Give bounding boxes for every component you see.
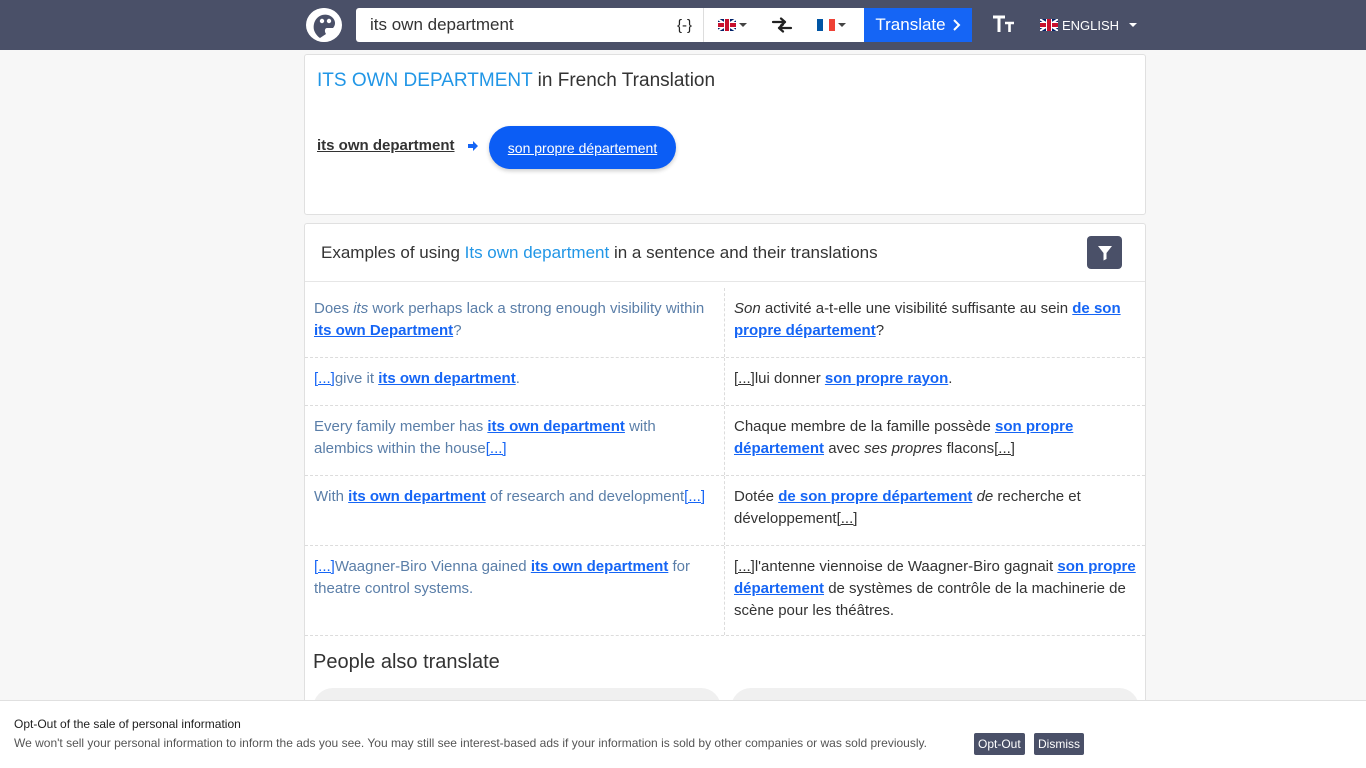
source-term-link[interactable]: its own department (317, 137, 455, 154)
chevron-down-icon (837, 23, 846, 27)
sentence-text: Chaque membre de la famille possède (734, 418, 995, 435)
title-suffix: in French Translation (537, 70, 716, 91)
examples-heading: Examples of using Its own department in … (321, 243, 878, 263)
sentence-text: Dotée (734, 488, 779, 505)
ui-language-label: ENGLISH (1062, 17, 1120, 33)
sentence-text: Does (314, 300, 354, 317)
page-title: ITS OWN DEPARTMENT in French Translation (317, 70, 715, 92)
sentence-text: lui donner (754, 370, 825, 387)
filter-funnel-icon (1097, 245, 1112, 260)
example-term-link[interactable]: its own Department (314, 322, 453, 339)
example-source-sentence: With its own department of research and … (305, 476, 725, 545)
sentence-text: With (314, 488, 349, 505)
sentence-text: of research and development (485, 488, 685, 505)
sentence-text: activité a-t-elle une visibilité suffisa… (760, 300, 1073, 317)
text-size-icon[interactable] (992, 14, 1016, 36)
sentence-text: ? (453, 322, 462, 339)
sentence-text: . (515, 370, 520, 387)
sentence-text: Waagner-Biro Vienna gained (334, 558, 531, 575)
italic-text: de (976, 488, 994, 505)
example-term-link[interactable]: son propre rayon (825, 370, 948, 387)
translation-result-card: ITS OWN DEPARTMENT in French Translation… (304, 54, 1146, 215)
example-term-link[interactable]: its own department (487, 418, 625, 435)
sentence-text: l'antenne viennoise de Waagner-Biro gagn… (754, 558, 1058, 575)
ellipsis-expand-link[interactable]: [...] (486, 440, 507, 457)
sentence-text: ? (875, 322, 885, 339)
example-term-link[interactable]: its own department (531, 558, 669, 575)
sentence-text: avec (824, 440, 865, 457)
chevron-down-icon (1129, 23, 1138, 27)
target-language-select[interactable] (808, 8, 854, 42)
swap-languages-button[interactable] (764, 8, 800, 42)
ui-language-select[interactable]: ENGLISH (1040, 15, 1138, 35)
examples-heading-suffix: in a sentence and their translations (613, 243, 878, 262)
italic-text: ses propres (864, 440, 943, 457)
consent-title: Opt-Out of the sale of personal informat… (14, 717, 241, 731)
examples-card: Examples of using Its own department in … (304, 223, 1146, 728)
examples-heading-prefix: Examples of using (321, 243, 460, 262)
italic-text: its (353, 300, 369, 317)
ellipsis-expand-link[interactable]: [...] (314, 370, 335, 387)
example-target-sentence: [...]lui donner son propre rayon. (725, 358, 1145, 405)
example-target-sentence: [...]l'antenne viennoise de Waagner-Biro… (725, 546, 1145, 635)
chevron-down-icon (738, 23, 747, 27)
regex-toggle-button[interactable]: {-} (666, 8, 704, 42)
ellipsis-expand-link[interactable]: [...] (837, 510, 858, 527)
examples-heading-term: Its own department (464, 243, 610, 262)
example-source-sentence: [...]give it its own department. (305, 358, 725, 405)
source-language-select[interactable] (704, 8, 760, 42)
example-row: With its own department of research and … (305, 476, 1145, 546)
swap-arrows-icon (771, 17, 793, 33)
example-target-sentence: Son activité a-t-elle une visibilité suf… (725, 288, 1145, 357)
ellipsis-expand-link[interactable]: [...] (734, 558, 755, 575)
sentence-text: work perhaps lack a strong enough visibi… (368, 300, 705, 317)
ellipsis-expand-link[interactable]: [...] (734, 370, 755, 387)
consent-text: We won't sell your personal information … (14, 736, 927, 750)
translation-result-button[interactable]: son propre département (489, 126, 676, 169)
search-input[interactable] (356, 8, 666, 42)
example-source-sentence: Every family member has its own departme… (305, 406, 725, 475)
ellipsis-expand-link[interactable]: [...] (994, 440, 1015, 457)
examples-table: Does its work perhaps lack a strong enou… (305, 288, 1145, 636)
example-target-sentence: Dotée de son propre département de reche… (725, 476, 1145, 545)
translate-button[interactable]: Translate (864, 8, 972, 42)
top-navigation-bar: {-} Translate ENGLISH (0, 0, 1366, 50)
uk-flag-icon (717, 19, 736, 31)
italic-text: Son (734, 300, 761, 317)
sentence-text: flacons (942, 440, 995, 457)
example-source-sentence: Does its work perhaps lack a strong enou… (305, 288, 725, 357)
filter-button[interactable] (1087, 236, 1122, 269)
sentence-text: give it (334, 370, 379, 387)
examples-header: Examples of using Its own department in … (305, 224, 1145, 282)
people-also-translate-heading: People also translate (313, 651, 500, 673)
example-term-link[interactable]: its own department (348, 488, 486, 505)
right-arrow-icon (468, 141, 478, 151)
example-row: Does its work perhaps lack a strong enou… (305, 288, 1145, 358)
search-bar: {-} (356, 8, 866, 42)
translate-button-label: Translate (875, 15, 946, 34)
privacy-consent-bar: Opt-Out of the sale of personal informat… (0, 700, 1366, 768)
example-term-link[interactable]: de son propre département (778, 488, 972, 505)
example-row: Every family member has its own departme… (305, 406, 1145, 476)
dismiss-button[interactable]: Dismiss (1034, 733, 1084, 755)
chevron-right-icon (952, 19, 961, 31)
example-target-sentence: Chaque membre de la famille possède son … (725, 406, 1145, 475)
example-row: [...]give it its own department. [...]lui… (305, 358, 1145, 406)
france-flag-icon (816, 19, 835, 31)
example-term-link[interactable]: its own department (378, 370, 516, 387)
title-term: ITS OWN DEPARTMENT (317, 70, 533, 91)
example-source-sentence: [...]Waagner-Biro Vienna gained its own … (305, 546, 725, 635)
ellipsis-expand-link[interactable]: [...] (684, 488, 705, 505)
opt-out-button[interactable]: Opt-Out (974, 733, 1025, 755)
ellipsis-expand-link[interactable]: [...] (314, 558, 335, 575)
example-row: [...]Waagner-Biro Vienna gained its own … (305, 546, 1145, 636)
sentence-text: Every family member has (314, 418, 488, 435)
sentence-text: . (948, 370, 953, 387)
parrot-logo-icon[interactable] (306, 8, 342, 42)
uk-flag-icon (1040, 19, 1058, 31)
